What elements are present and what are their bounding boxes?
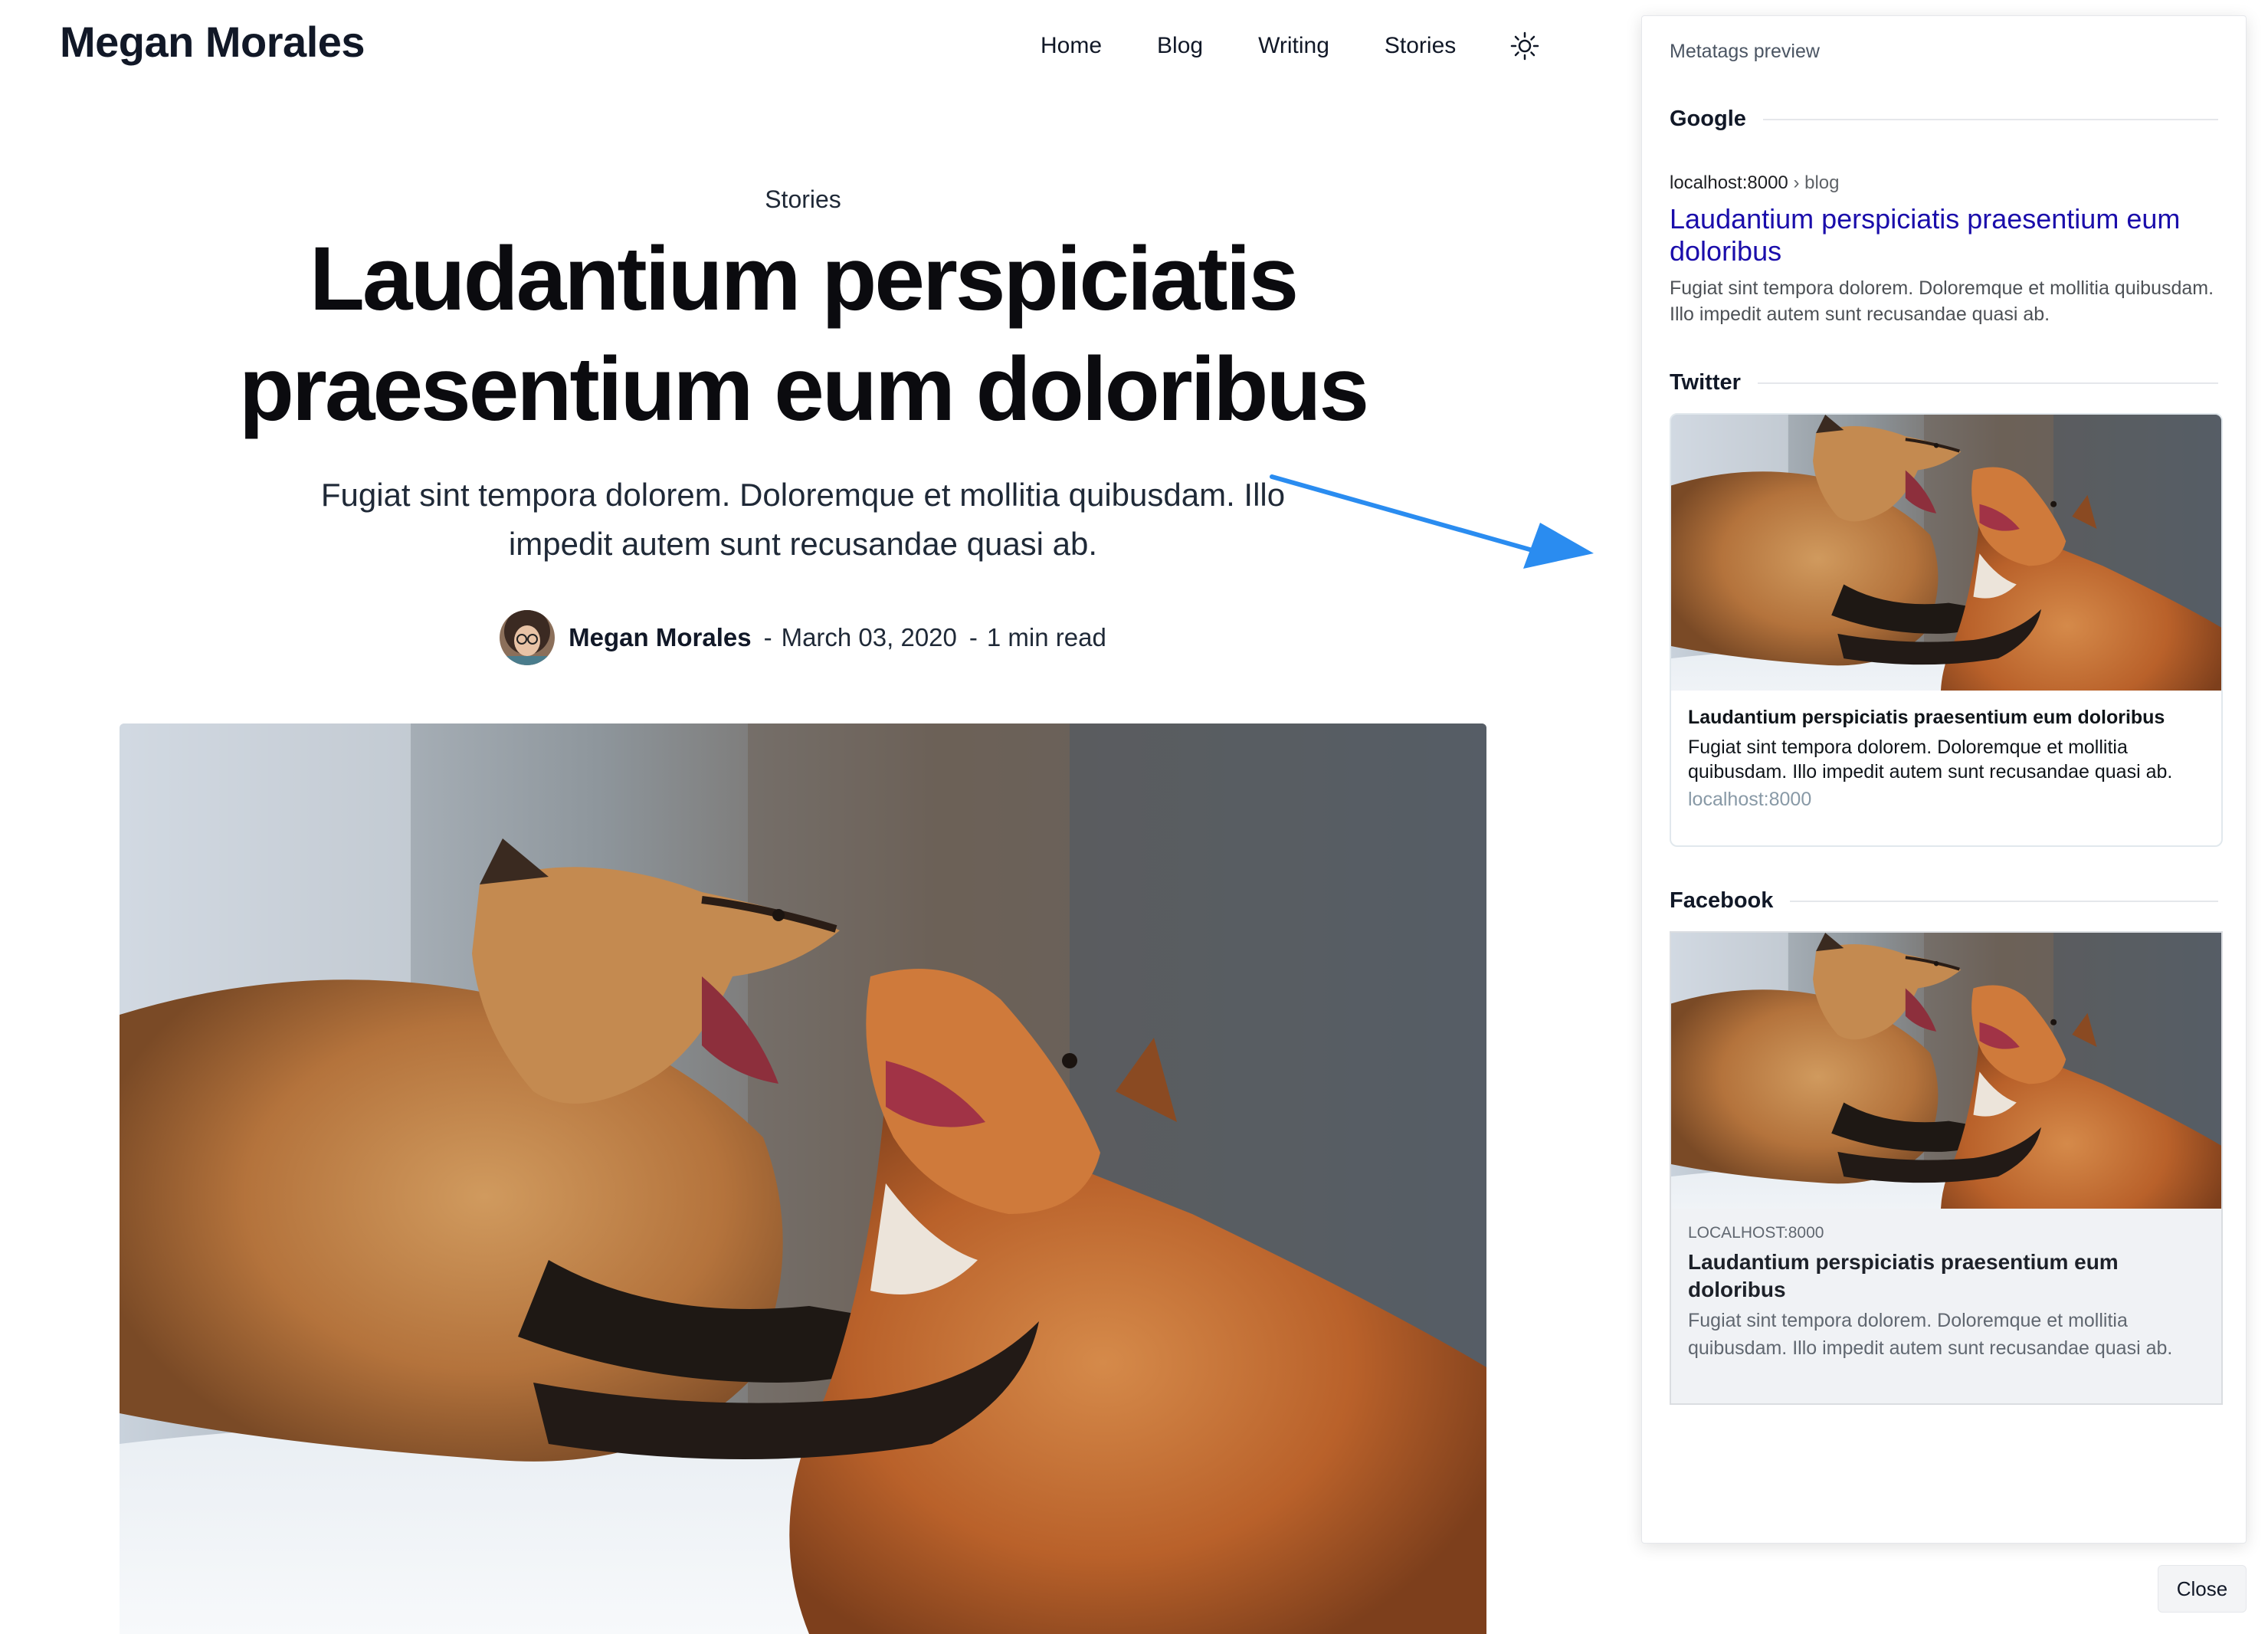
hero-image [120, 723, 1486, 1634]
twitter-card-description: Fugiat sint tempora dolorem. Doloremque … [1688, 737, 2173, 783]
facebook-section-heading: Facebook [1670, 888, 2218, 914]
google-result-description: Fugiat sint tempora dolorem. Doloremque … [1670, 277, 2214, 325]
article-title: Laudantium perspiciatis praesentium eum … [238, 228, 1369, 440]
google-result-title[interactable]: Laudantium perspiciatis praesentium eum … [1670, 203, 2218, 267]
twitter-section-heading: Twitter [1670, 370, 2218, 395]
twitter-card-image [1671, 415, 2221, 691]
twitter-card-domain: localhost:8000 [1688, 789, 1812, 810]
byline-separator: - [763, 623, 772, 651]
nav-stories[interactable]: Stories [1385, 33, 1456, 59]
annotation-arrow [1270, 474, 1594, 569]
author-name[interactable]: Megan Morales [569, 623, 751, 652]
sun-icon[interactable] [1509, 31, 1540, 61]
read-time: 1 min read [986, 623, 1106, 651]
close-button[interactable]: Close [2158, 1565, 2247, 1613]
twitter-card[interactable]: Laudantium perspiciatis praesentium eum … [1670, 413, 2223, 847]
google-url-host: localhost:8000 [1670, 172, 1788, 193]
facebook-card-description: Fugiat sint tempora dolorem. Doloremque … [1688, 1310, 2173, 1359]
publish-date: March 03, 2020 [781, 623, 957, 651]
facebook-card-title: Laudantium perspiciatis praesentium eum … [1688, 1250, 2119, 1301]
google-section-heading: Google [1670, 107, 2218, 132]
google-heading-label: Google [1670, 107, 1746, 131]
nav-blog[interactable]: Blog [1157, 33, 1203, 59]
article-excerpt: Fugiat sint tempora dolorem. Doloremque … [320, 477, 1286, 562]
divider [1762, 118, 2218, 120]
facebook-card-image [1671, 933, 2221, 1209]
divider [1757, 382, 2218, 384]
facebook-card[interactable]: LOCALHOST:8000 Laudantium perspiciatis p… [1670, 931, 2223, 1405]
byline-separator: - [968, 623, 978, 651]
avatar [500, 610, 556, 665]
article-byline: Megan Morales - March 03, 2020 - 1 min r… [0, 610, 1606, 665]
facebook-heading-label: Facebook [1670, 888, 1774, 913]
nav-home[interactable]: Home [1041, 33, 1102, 59]
twitter-heading-label: Twitter [1670, 370, 1741, 395]
site-title[interactable]: Megan Morales [60, 17, 365, 67]
divider [1790, 900, 2218, 902]
nav-writing[interactable]: Writing [1258, 33, 1329, 59]
google-url-path: › blog [1793, 172, 1840, 193]
facebook-card-domain: LOCALHOST:8000 [1688, 1224, 1824, 1242]
article-category[interactable]: Stories [0, 185, 1606, 214]
main-nav: Home Blog Writing Stories [1041, 31, 1540, 61]
metatags-preview-panel: Metatags preview Google localhost:8000 ›… [1641, 15, 2247, 1544]
twitter-card-title: Laudantium perspiciatis praesentium eum … [1688, 707, 2165, 728]
google-url: localhost:8000 › blog [1670, 172, 1840, 194]
panel-title: Metatags preview [1670, 41, 1820, 62]
